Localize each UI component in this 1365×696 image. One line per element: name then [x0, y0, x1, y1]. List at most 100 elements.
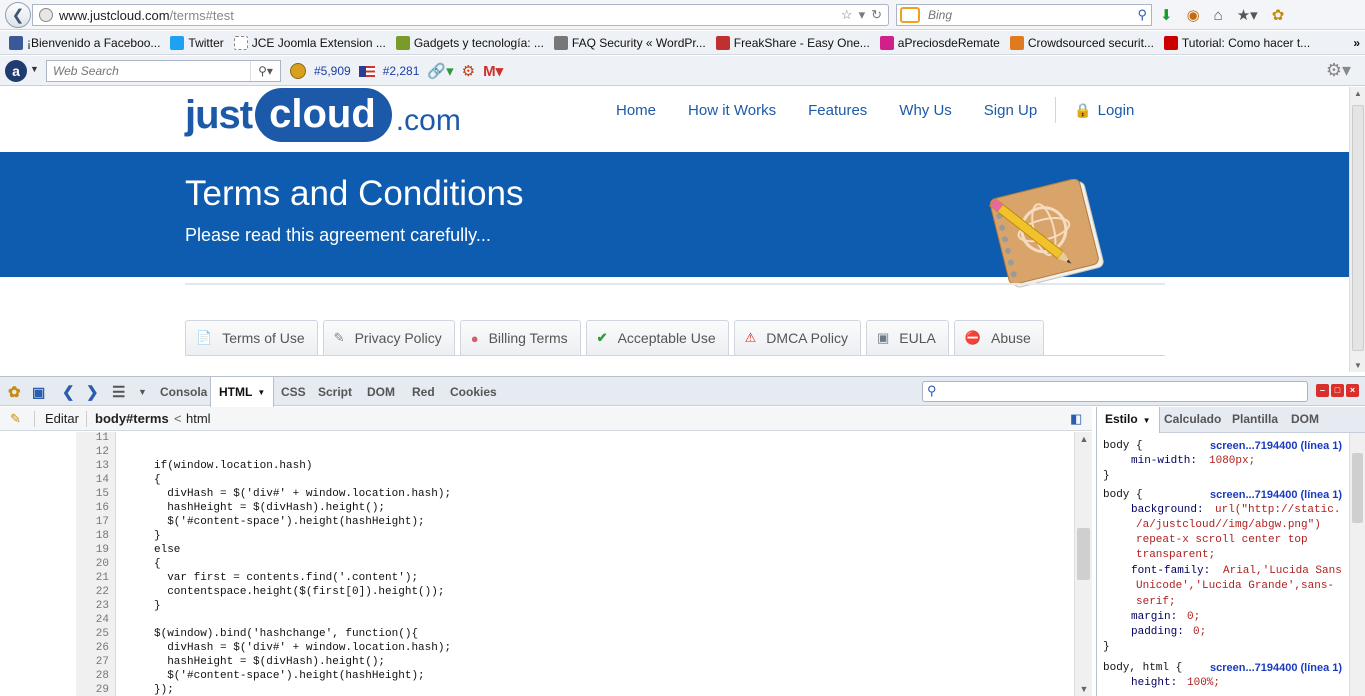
code-line[interactable]: divHash = $('div#' + window.location.has…	[154, 642, 451, 654]
css-property[interactable]: font-family:	[1131, 565, 1210, 577]
code-line[interactable]: if(window.location.hash)	[154, 460, 312, 472]
inspect-icon[interactable]: ▣	[32, 377, 45, 407]
firebug-minimize-button[interactable]: –	[1316, 384, 1329, 397]
nav-home[interactable]: Home	[600, 102, 672, 119]
gmail-icon[interactable]: M▾	[483, 62, 503, 80]
css-value[interactable]: 0;	[1193, 626, 1206, 638]
edit-button[interactable]: Editar	[45, 411, 79, 426]
us-rank[interactable]: #2,281	[383, 64, 420, 78]
html-edit-icon[interactable]: ✎	[10, 411, 21, 427]
panel-list-icon[interactable]: ☰	[112, 377, 125, 407]
tab-acceptable-use[interactable]: ✔ Acceptable Use	[585, 320, 729, 355]
bookmarks-overflow-icon[interactable]: »	[1348, 32, 1365, 54]
firebug-status-icon[interactable]: ◉	[1187, 6, 1200, 24]
bookmark-star-icon[interactable]: ☆	[841, 7, 853, 23]
history-forward-icon[interactable]: ❯	[86, 377, 99, 407]
css-value[interactable]: 100%;	[1187, 677, 1220, 689]
panel-menu-arrow-icon[interactable]: ▼	[138, 377, 147, 407]
code-line[interactable]: {	[154, 558, 161, 570]
style-panel[interactable]: body { screen...7194400 (línea 1) min-wi…	[1096, 433, 1365, 696]
code-scroll-thumb[interactable]	[1077, 528, 1090, 580]
tab-eula[interactable]: ▣ EULA	[865, 320, 949, 355]
bookmark-item[interactable]: Gadgets y tecnología: ...	[391, 32, 549, 54]
tab-dmca-policy[interactable]: ⚠ DMCA Policy	[733, 320, 861, 355]
page-scrollbar[interactable]: ▲ ▼	[1349, 87, 1365, 372]
code-scroll-down-icon[interactable]: ▼	[1075, 684, 1093, 694]
browser-search-input[interactable]	[928, 8, 1118, 22]
back-button[interactable]: ❮	[5, 2, 31, 28]
css-value[interactable]: Unicode','Lucida Grande',sans-	[1136, 580, 1334, 592]
history-back-icon[interactable]: ❮	[62, 377, 75, 407]
bing-engine-icon[interactable]	[900, 7, 920, 23]
code-line[interactable]: $(window).bind('hashchange', function(){	[154, 628, 418, 640]
css-source-link[interactable]: screen...7194400 (línea 1)	[1210, 440, 1342, 452]
justcloud-logo[interactable]: just cloud .com	[185, 87, 461, 143]
tab-terms-of-use[interactable]: 📄 Terms of Use	[185, 320, 318, 355]
css-value[interactable]: Arial,'Lucida Sans	[1223, 565, 1342, 577]
bookmark-item[interactable]: aPreciosdeRemate	[875, 32, 1005, 54]
code-line[interactable]: hashHeight = $(divHash).height();	[154, 656, 385, 668]
css-property[interactable]: min-width:	[1131, 455, 1197, 467]
code-line[interactable]: });	[154, 684, 174, 696]
settings-gear-icon[interactable]: ⚙▾	[1326, 60, 1351, 81]
web-search-input[interactable]	[47, 64, 247, 78]
css-value[interactable]: 1080px;	[1209, 455, 1255, 467]
bookmarks-menu-icon[interactable]: ★▾	[1237, 6, 1258, 24]
style-scrollbar[interactable]	[1349, 433, 1365, 696]
code-line[interactable]: {	[154, 474, 161, 486]
tab-html[interactable]: HTML ▼	[210, 377, 275, 407]
code-line[interactable]: contentspace.height($(first[0]).height()…	[154, 586, 444, 598]
tab-abuse[interactable]: ⛔ Abuse	[953, 320, 1044, 355]
firebug-search-input[interactable]: ⚲	[922, 381, 1308, 402]
breadcrumb-body-terms[interactable]: body#terms	[95, 411, 169, 426]
side-tab-calculado[interactable]: Calculado	[1164, 412, 1221, 426]
tab-script[interactable]: Script	[318, 377, 352, 407]
nav-why-us[interactable]: Why Us	[883, 102, 968, 119]
code-line[interactable]: $('#content-space').height(hashHeight);	[154, 516, 424, 528]
firebug-close-button[interactable]: ×	[1346, 384, 1359, 397]
bookmark-item[interactable]: Twitter	[165, 32, 228, 54]
bookmark-item[interactable]: JCE Joomla Extension ...	[229, 32, 391, 54]
style-scroll-thumb[interactable]	[1352, 453, 1363, 523]
alexa-menu-arrow-icon[interactable]: ▼	[30, 64, 39, 74]
toggle-side-panel-icon[interactable]: ◧	[1070, 411, 1082, 427]
nav-login[interactable]: 🔒 Login	[1058, 102, 1150, 119]
code-scroll-up-icon[interactable]: ▲	[1075, 434, 1093, 444]
nav-sign-up[interactable]: Sign Up	[968, 102, 1053, 119]
bookmark-item[interactable]: Crowdsourced securit...	[1005, 32, 1159, 54]
side-tab-dom[interactable]: DOM	[1291, 412, 1319, 426]
html-source-view[interactable]: 11 12 13 14 15 16 17 18 19 20 21 22 23 24 25 26 27 28 29 i…	[0, 432, 1092, 696]
code-scrollbar[interactable]: ▲ ▼	[1074, 432, 1092, 696]
css-property[interactable]: padding:	[1131, 626, 1184, 638]
css-property[interactable]: background:	[1131, 504, 1204, 516]
reload-icon[interactable]: ↻	[871, 7, 882, 23]
code-line[interactable]: $('#content-space').height(hashHeight);	[154, 670, 424, 682]
download-icon[interactable]: ⬇	[1160, 6, 1173, 24]
tab-css[interactable]: CSS	[281, 377, 306, 407]
css-value[interactable]: url("http://static.	[1215, 504, 1340, 516]
code-line[interactable]: else	[154, 544, 180, 556]
css-value[interactable]: repeat-x scroll center top	[1136, 534, 1308, 546]
web-search-icon[interactable]: ⚲▾	[250, 61, 280, 81]
css-source-link[interactable]: screen...7194400 (línea 1)	[1210, 489, 1342, 501]
web-search-box[interactable]: ⚲▾	[46, 60, 281, 82]
tab-red[interactable]: Red	[412, 377, 435, 407]
css-value[interactable]: 0;	[1187, 611, 1200, 623]
nav-how-it-works[interactable]: How it Works	[672, 102, 792, 119]
breadcrumb-html[interactable]: html	[186, 411, 211, 426]
code-line[interactable]: var first = contents.find('.content');	[154, 572, 418, 584]
bookmark-item[interactable]: Tutorial: Como hacer t...	[1159, 32, 1315, 54]
bookmark-item[interactable]: FAQ Security « WordPr...	[549, 32, 711, 54]
browser-search-bar[interactable]: ⚲	[896, 4, 1152, 26]
tab-billing-terms[interactable]: ● Billing Terms	[459, 320, 581, 355]
code-line[interactable]: }	[154, 530, 161, 542]
nav-features[interactable]: Features	[792, 102, 883, 119]
code-line[interactable]: hashHeight = $(divHash).height();	[154, 502, 385, 514]
search-icon[interactable]: ⚲	[1137, 7, 1147, 23]
firebug-detach-button[interactable]: □	[1331, 384, 1344, 397]
firebug-bug-icon[interactable]: ✿	[8, 377, 21, 407]
css-value[interactable]: serif;	[1136, 596, 1176, 608]
code-line[interactable]: }	[154, 600, 161, 612]
alexa-logo-icon[interactable]: a	[5, 60, 27, 82]
tab-dom[interactable]: DOM	[367, 377, 395, 407]
